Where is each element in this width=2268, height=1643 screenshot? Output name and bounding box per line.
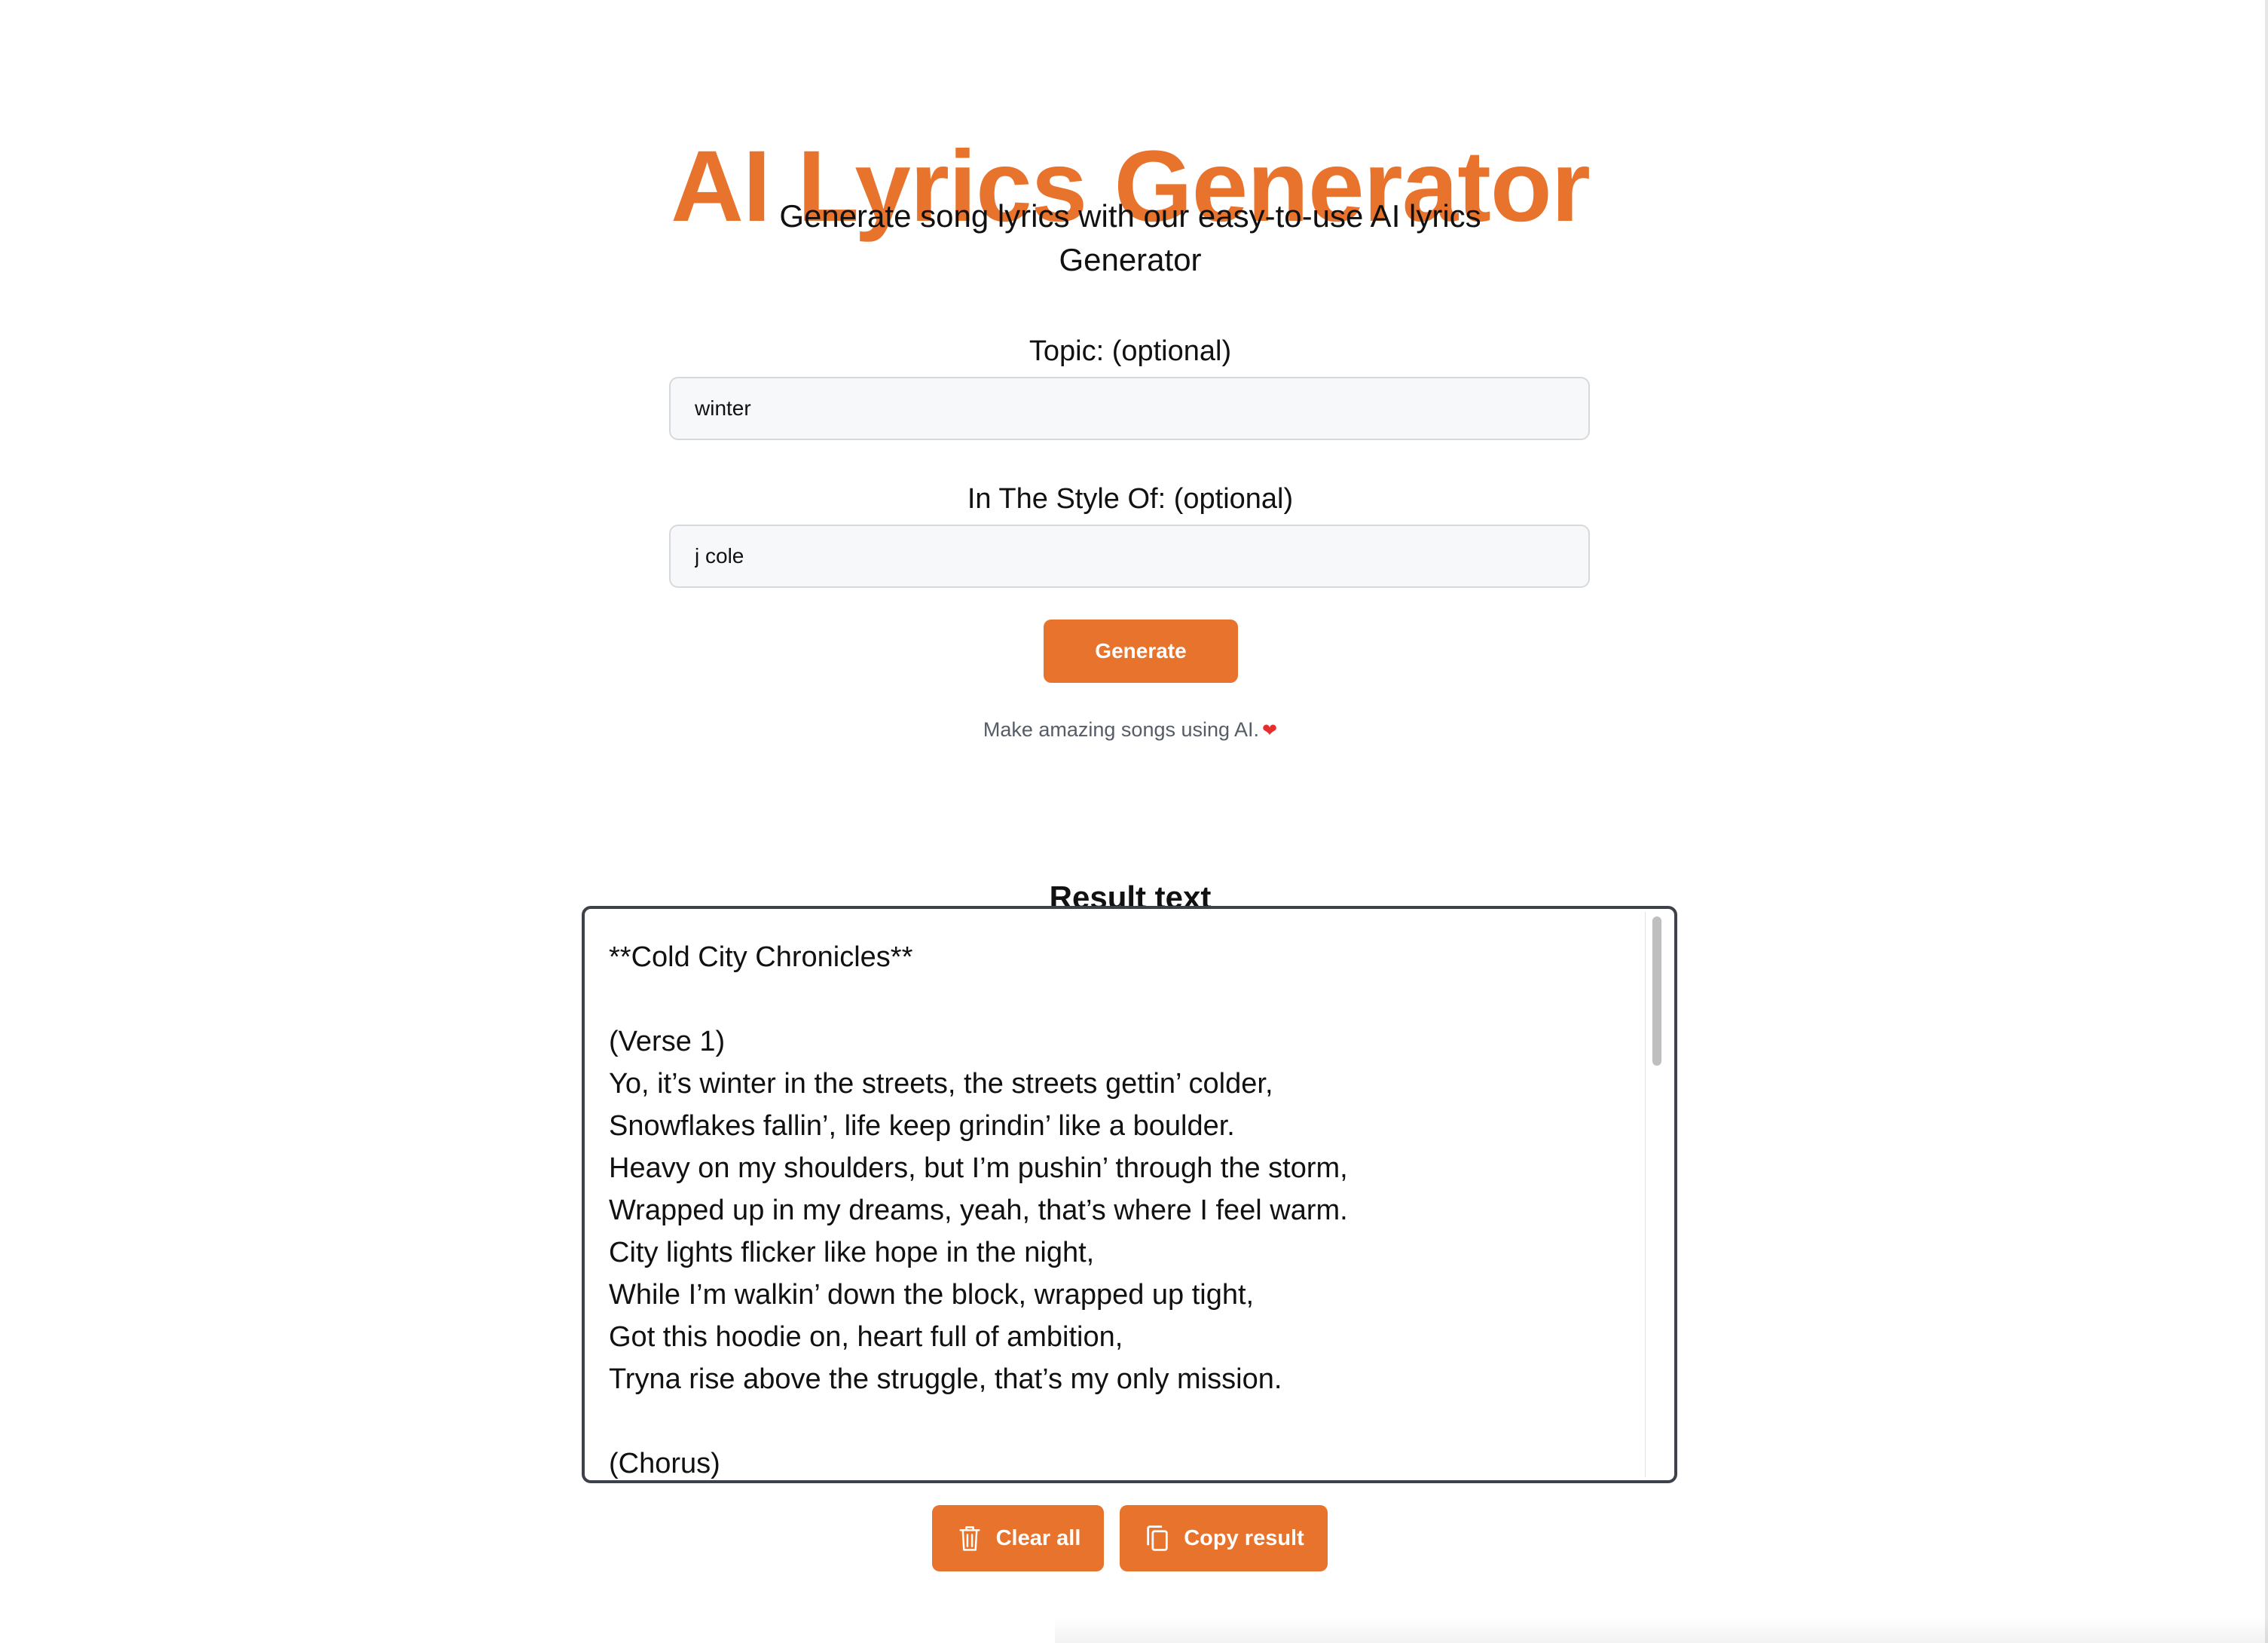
copy-result-label: Copy result (1184, 1525, 1304, 1550)
result-line: (Verse 1) (609, 1026, 726, 1057)
result-line: Heavy on my shoulders, but I’m pushin’ t… (609, 1152, 1348, 1184)
heart-icon: ❤ (1262, 721, 1278, 741)
tagline: Make amazing songs using AI. ❤ (0, 716, 2260, 745)
result-line (609, 978, 1629, 1020)
scrollbar-thumb[interactable] (1652, 916, 1661, 1066)
result-line: Snowflakes fallin’, life keep grindin’ l… (609, 1110, 1235, 1142)
style-input[interactable] (669, 525, 1590, 588)
bottom-shadow (1055, 1617, 2268, 1643)
clear-all-label: Clear all (995, 1525, 1081, 1550)
result-scrollbar[interactable] (1645, 912, 1668, 1477)
page-subtitle: Generate song lyrics with our easy-to-us… (779, 198, 1481, 277)
result-line: **Cold City Chronicles** (609, 941, 913, 973)
window-edge (2265, 0, 2268, 1643)
result-line: Yo, it’s winter in the streets, the stre… (609, 1068, 1273, 1100)
trash-icon (955, 1523, 984, 1553)
copy-icon (1143, 1523, 1172, 1553)
topic-label: Topic: (optional) (1029, 335, 1232, 367)
result-line: Got this hoodie on, heart full of ambiti… (609, 1321, 1123, 1353)
result-text[interactable]: **Cold City Chronicles** (Verse 1) Yo, it… (609, 936, 1629, 1480)
result-line: Wrapped up in my dreams, yeah, that’s wh… (609, 1195, 1348, 1226)
result-line: While I’m walkin’ down the block, wrappe… (609, 1279, 1255, 1311)
result-line: City lights flicker like hope in the nig… (609, 1237, 1095, 1268)
result-line: (Chorus) (609, 1448, 720, 1479)
result-line (609, 1400, 1629, 1443)
page: AI Lyrics Generator Generate song lyrics… (0, 0, 2268, 1643)
tagline-text: Make amazing songs using AI. (983, 718, 1260, 741)
copy-result-button[interactable]: Copy result (1120, 1505, 1328, 1571)
clear-all-button[interactable]: Clear all (932, 1505, 1104, 1571)
result-textarea[interactable]: **Cold City Chronicles** (Verse 1) Yo, it… (582, 906, 1677, 1483)
generate-button[interactable]: Generate (1044, 620, 1238, 683)
style-label: In The Style Of: (optional) (967, 483, 1294, 515)
result-line: Tryna rise above the struggle, that’s my… (609, 1363, 1282, 1395)
topic-input[interactable] (669, 377, 1590, 440)
